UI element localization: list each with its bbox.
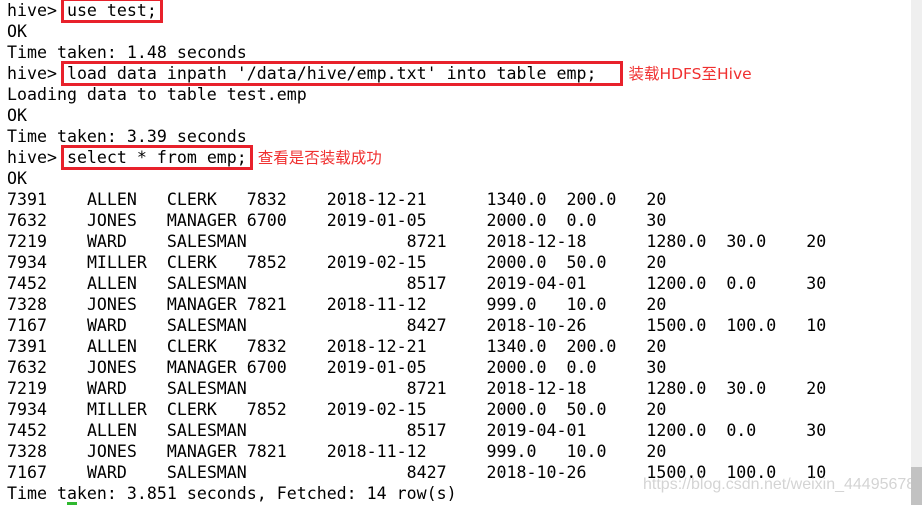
table-row: 7328 JONES MANAGER 7821 2018-11-12 999.0… xyxy=(7,295,667,314)
table-row: 7219 WARD SALESMAN 8721 2018-12-18 1280.… xyxy=(7,232,827,251)
table-row: 7391 ALLEN CLERK 7832 2018-12-21 1340.0 … xyxy=(7,337,667,356)
terminal-output[interactable]: hive> use test; OK Time taken: 1.48 seco… xyxy=(7,0,910,504)
table-row: 7167 WARD SALESMAN 8427 2018-10-26 1500.… xyxy=(7,316,827,335)
prompt: hive> xyxy=(7,1,67,20)
loading-line: Loading data to table test.emp xyxy=(7,85,307,104)
prompt: hive> xyxy=(7,64,67,83)
table-row: 7452 ALLEN SALESMAN 8517 2019-04-01 1200… xyxy=(7,421,827,440)
command-use-test: use test; xyxy=(60,0,163,23)
annotation-load: 装载HDFS至Hive xyxy=(628,65,752,83)
table-row: 7632 JONES MANAGER 6700 2019-01-05 2000.… xyxy=(7,358,667,377)
ok-line: OK xyxy=(7,106,27,125)
table-row: 7632 JONES MANAGER 6700 2019-01-05 2000.… xyxy=(7,211,667,230)
ok-line: OK xyxy=(7,169,27,188)
table-row: 7934 MILLER CLERK 7852 2019-02-15 2000.0… xyxy=(7,400,667,419)
scrollbar-thumb[interactable] xyxy=(911,467,922,505)
command-select: select * from emp; xyxy=(60,145,253,170)
table-row: 7391 ALLEN CLERK 7832 2018-12-21 1340.0 … xyxy=(7,190,667,209)
prompt: hive> xyxy=(7,148,67,167)
table-row: 7219 WARD SALESMAN 8721 2018-12-18 1280.… xyxy=(7,379,827,398)
table-row: 7934 MILLER CLERK 7852 2019-02-15 2000.0… xyxy=(7,253,667,272)
prompt-line-load: hive> load data inpath '/data/hive/emp.t… xyxy=(7,61,910,86)
table-row: 7328 JONES MANAGER 7821 2018-11-12 999.0… xyxy=(7,442,667,461)
scrollbar[interactable] xyxy=(911,0,922,505)
prompt-line-select: hive> select * from emp; 查看是否装载成功 xyxy=(7,145,910,170)
ok-line: OK xyxy=(7,22,27,41)
watermark: https://blog.csdn.net/weixin_44495678 xyxy=(643,476,916,493)
command-load-data: load data inpath '/data/hive/emp.txt' in… xyxy=(60,61,624,86)
result-rows: 7391 ALLEN CLERK 7832 2018-12-21 1340.0 … xyxy=(7,189,910,483)
time-taken-line: Time taken: 3.39 seconds xyxy=(7,127,247,146)
prompt-line-use: hive> use test; xyxy=(7,0,910,23)
annotation-select: 查看是否装载成功 xyxy=(257,149,382,167)
table-row: 7452 ALLEN SALESMAN 8517 2019-04-01 1200… xyxy=(7,274,827,293)
time-taken-line: Time taken: 1.48 seconds xyxy=(7,43,247,62)
